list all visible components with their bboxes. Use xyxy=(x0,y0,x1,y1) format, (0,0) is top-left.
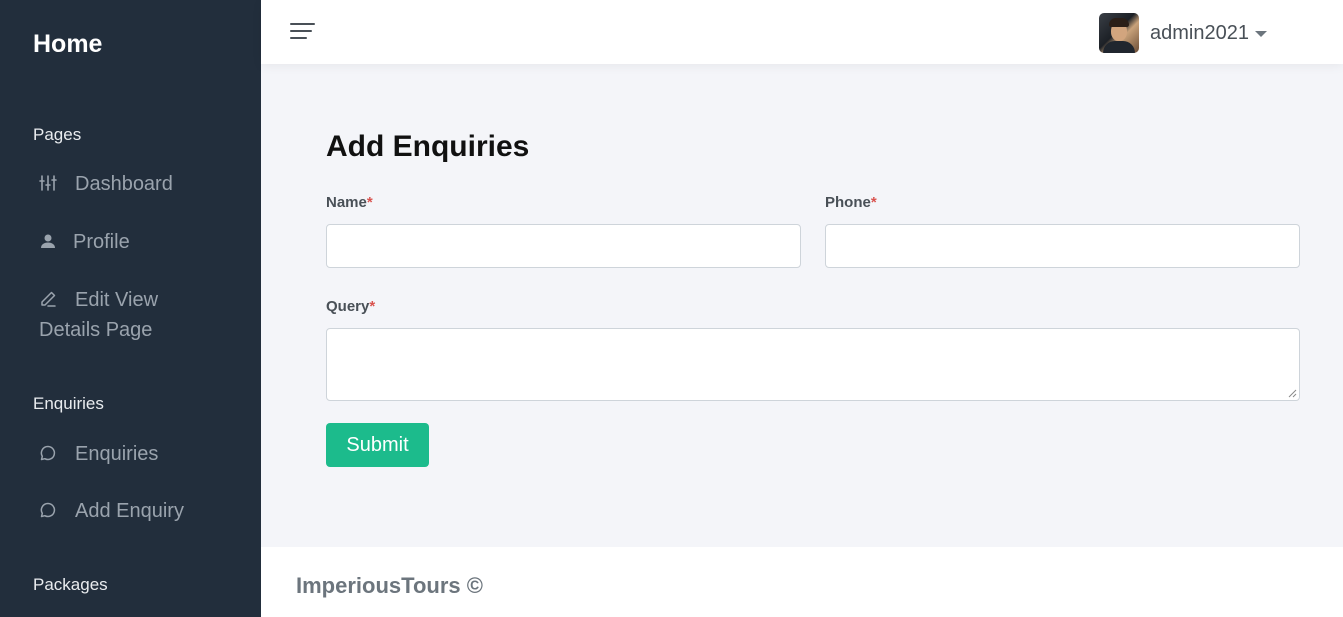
caret-down-icon xyxy=(1254,31,1267,37)
name-field[interactable] xyxy=(326,224,801,268)
sidebar-item-label: Profile xyxy=(73,231,130,253)
sliders-icon xyxy=(39,174,57,192)
phone-label: Phone* xyxy=(825,194,877,211)
sidebar-item-label: Edit View xyxy=(75,289,159,311)
phone-field[interactable] xyxy=(825,224,1300,268)
query-label-text: Query xyxy=(326,298,370,315)
sidebar: Home Pages Dashboard Profile Edit View D… xyxy=(0,0,261,617)
sidebar-item-add-enquiry[interactable]: Add Enquiry xyxy=(39,496,239,526)
required-marker: * xyxy=(369,298,376,315)
sidebar-item-label: Add Enquiry xyxy=(75,500,184,522)
submit-button[interactable]: Submit xyxy=(326,423,429,467)
edit-icon xyxy=(39,290,57,308)
sidebar-section-header-pages: Pages xyxy=(33,125,82,144)
sidebar-section-header-packages: Packages xyxy=(33,575,108,594)
footer: ImperiousTours © xyxy=(261,547,1343,617)
sidebar-item-enquiries[interactable]: Enquiries xyxy=(39,439,239,469)
user-menu[interactable]: admin2021 xyxy=(1099,13,1267,53)
query-label: Query* xyxy=(326,298,375,315)
message-circle-icon xyxy=(39,444,57,462)
phone-label-text: Phone xyxy=(825,194,871,211)
query-textarea[interactable] xyxy=(326,328,1300,401)
user-icon xyxy=(39,232,55,250)
page-title: Add Enquiries xyxy=(326,130,530,163)
hamburger-menu-icon[interactable] xyxy=(290,22,315,42)
sidebar-item-dashboard[interactable]: Dashboard xyxy=(39,169,239,199)
message-circle-icon xyxy=(39,501,57,519)
sidebar-section-header-enquiries: Enquiries xyxy=(33,394,104,413)
sidebar-item-edit-view-details[interactable]: Edit View Details Page xyxy=(39,285,239,345)
username: admin2021 xyxy=(1150,21,1249,44)
footer-copyright: ImperiousTours © xyxy=(296,573,483,598)
required-marker: * xyxy=(870,194,877,211)
sidebar-brand[interactable]: Home xyxy=(33,30,102,59)
sidebar-item-label: Dashboard xyxy=(75,173,173,195)
topbar: admin2021 xyxy=(261,0,1343,64)
name-label-text: Name xyxy=(326,194,367,211)
sidebar-item-profile[interactable]: Profile xyxy=(39,227,239,257)
sidebar-item-label: Enquiries xyxy=(75,443,159,465)
name-label: Name* xyxy=(326,194,373,211)
sidebar-item-label-continued: Details Page xyxy=(39,319,153,341)
required-marker: * xyxy=(366,194,373,211)
resize-handle-icon[interactable] xyxy=(1288,389,1297,398)
avatar xyxy=(1099,13,1139,53)
